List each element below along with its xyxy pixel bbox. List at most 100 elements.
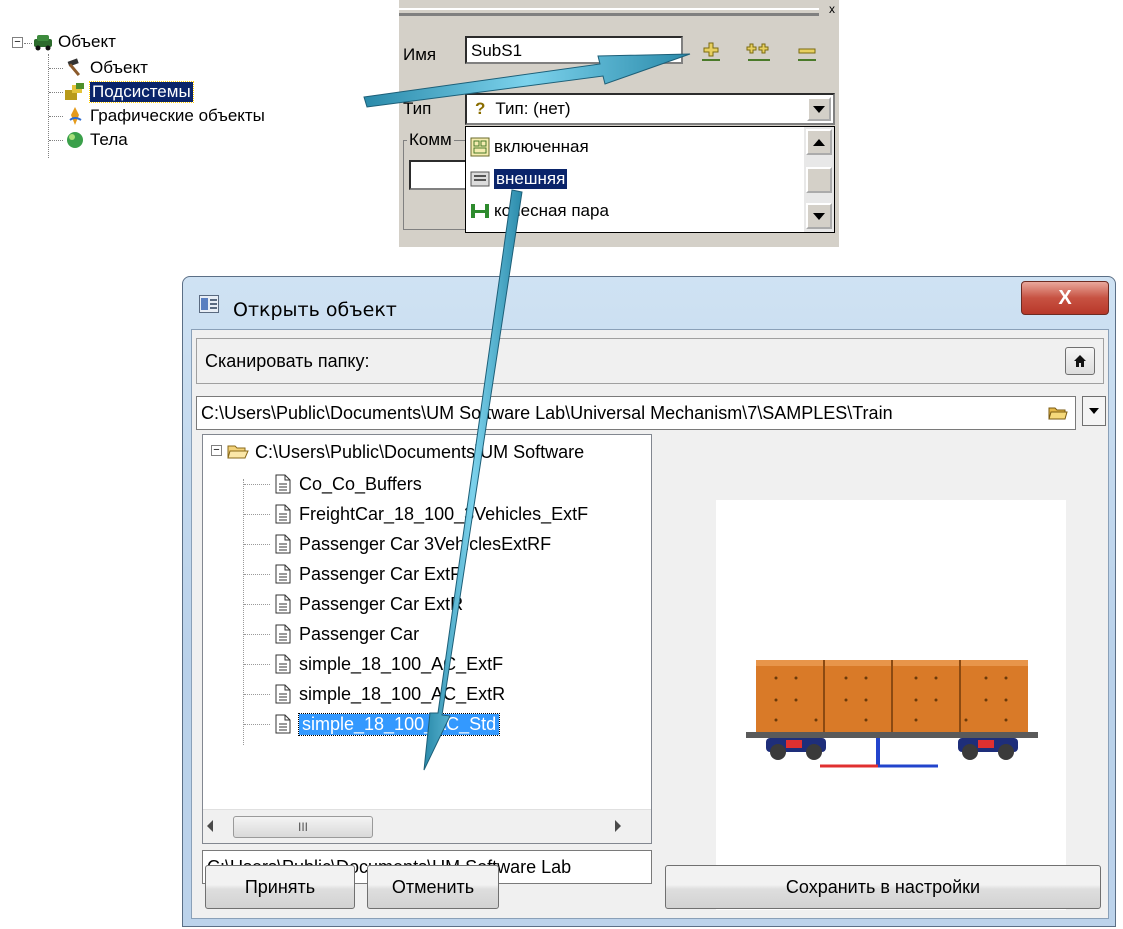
dialog-titlebar[interactable]: Открыть объект X (183, 277, 1115, 329)
name-field[interactable]: SubS1 (465, 36, 683, 64)
file-list-item-label: simple_18_100_AC_Std (297, 712, 501, 736)
chevron-down-icon (813, 212, 825, 220)
tree-folder-root[interactable]: C:\Users\Public\Documents\UM Software (227, 437, 584, 467)
file-list-item[interactable]: FreightCar_18_100_3Vehicles_ExtF (275, 499, 588, 529)
file-list-item[interactable]: simple_18_100_AC_ExtF (275, 649, 503, 679)
type-option-external-label: внешняя (494, 169, 568, 189)
type-option-included[interactable]: включенная (470, 133, 589, 161)
open-folder-icon (227, 445, 249, 459)
freight-wagon-image (746, 660, 1038, 768)
scroll-thumb[interactable]: III (233, 816, 373, 838)
object-tree: − Объект Объект Подсистемы Графические о… (8, 30, 368, 158)
tree-item-subsystems-label: Подсистемы (89, 81, 194, 103)
dropdown-scrollbar[interactable] (804, 127, 834, 232)
document-icon (275, 534, 291, 554)
tree-root-label: Объект (58, 32, 116, 51)
file-list-item-label: Passenger Car ExtF (299, 563, 462, 584)
scroll-up-button[interactable] (806, 129, 832, 155)
document-icon (275, 564, 291, 584)
type-dropdown-button[interactable] (807, 97, 831, 121)
preview-pane (660, 434, 1106, 918)
file-list-item[interactable]: simple_18_100_AC_Std (275, 709, 501, 739)
type-dropdown-list: включенная внешняя колесная пара (465, 126, 835, 233)
close-icon: X (1058, 286, 1072, 309)
bodies-icon (67, 132, 83, 148)
open-object-dialog: Открыть объект X Сканировать папку: C:\U… (182, 276, 1116, 927)
add-icon (702, 42, 720, 61)
tree-root-object[interactable]: Объект (32, 30, 116, 54)
file-list-item-label: Passenger Car (299, 623, 420, 644)
file-list-item-label: simple_18_100_AC_ExtR (299, 683, 506, 704)
file-list-item-label: FreightCar_18_100_3Vehicles_ExtF (299, 503, 589, 524)
folder-path-combo[interactable]: C:\Users\Public\Documents\UM Software La… (196, 396, 1076, 430)
type-option-external[interactable]: внешняя (470, 165, 568, 193)
type-label: Тип (403, 99, 432, 118)
unknown-type-icon: ? (475, 99, 486, 118)
tree-horizontal-scrollbar[interactable]: III (203, 809, 651, 843)
home-folder-button[interactable] (1065, 347, 1095, 375)
name-label: Имя (403, 45, 437, 64)
chevron-down-icon (1089, 408, 1099, 414)
hammer-icon (67, 58, 81, 77)
file-list-item-label: simple_18_100_AC_ExtF (299, 653, 504, 674)
file-list-item-label: Passenger Car ExtR (299, 593, 464, 614)
browse-folder-button[interactable] (1045, 400, 1071, 426)
scroll-left-arrow[interactable] (207, 820, 213, 832)
file-tree: − C:\Users\Public\Documents\UM Software … (202, 434, 652, 844)
open-folder-icon (1048, 407, 1068, 420)
type-option-wheelset[interactable]: колесная пара (470, 197, 609, 225)
graphics-icon (69, 107, 82, 125)
wheelset-icon (471, 204, 489, 218)
scroll-down-button[interactable] (806, 203, 832, 229)
file-list-item[interactable]: simple_18_100_AC_ExtR (275, 679, 505, 709)
subsystem-panel: x Имя SubS1 Тип ? Тип: (нет) Комм включе… (399, 0, 839, 247)
accept-button[interactable]: Принять (205, 865, 355, 909)
add-subsystem-button[interactable] (697, 40, 725, 66)
bogie-left-icon (766, 738, 826, 760)
scroll-right-arrow[interactable] (615, 820, 621, 832)
car-icon (34, 35, 52, 51)
tree-item-bodies[interactable]: Тела (64, 128, 128, 152)
type-option-wheelset-label: колесная пара (494, 201, 609, 220)
tree-collapse-toggle[interactable]: − (12, 37, 23, 48)
tree-item-graphics[interactable]: Графические объекты (64, 104, 265, 128)
panel-close-icon[interactable]: x (829, 2, 835, 16)
type-option-included-label: включенная (494, 137, 589, 156)
dialog-title: Открыть объект (233, 299, 397, 321)
external-icon (470, 171, 490, 187)
save-settings-button[interactable]: Сохранить в настройки (665, 865, 1101, 909)
document-icon (275, 624, 291, 644)
tree-folder-root-label: C:\Users\Public\Documents\UM Software (255, 441, 585, 462)
close-button[interactable]: X (1021, 281, 1109, 315)
tree-item-object-label: Объект (90, 58, 148, 77)
tree-item-object[interactable]: Объект (64, 56, 148, 80)
comment-field[interactable] (409, 160, 469, 190)
window-icon (199, 295, 219, 313)
document-icon (275, 594, 291, 614)
chevron-up-icon (813, 138, 825, 146)
file-list-item[interactable]: Passenger Car ExtR (275, 589, 463, 619)
cancel-button[interactable]: Отменить (367, 865, 499, 909)
comment-label: Комм (407, 130, 454, 150)
folder-collapse-toggle[interactable]: − (211, 445, 222, 456)
document-icon (275, 654, 291, 674)
wagon-preview (716, 500, 1066, 910)
type-select[interactable]: ? Тип: (нет) (465, 93, 835, 125)
bogie-right-icon (958, 738, 1018, 760)
path-dropdown-button[interactable] (1082, 396, 1106, 426)
tree-item-subsystems[interactable]: Подсистемы (64, 80, 194, 104)
scroll-thumb[interactable] (806, 167, 832, 193)
file-list-item-label: Passenger Car 3VehiclesExtRF (299, 533, 552, 554)
remove-icon (798, 48, 816, 61)
document-icon (275, 504, 291, 524)
document-icon (275, 684, 291, 704)
file-list-item[interactable]: Passenger Car ExtF (275, 559, 461, 589)
tree-item-graphics-label: Графические объекты (90, 106, 265, 125)
add-multiple-icon (746, 43, 770, 61)
tree-item-bodies-label: Тела (90, 130, 128, 149)
remove-subsystem-button[interactable] (793, 40, 821, 66)
file-list-item[interactable]: Passenger Car (275, 619, 419, 649)
add-multiple-button[interactable] (745, 40, 773, 66)
file-list-item[interactable]: Passenger Car 3VehiclesExtRF (275, 529, 551, 559)
file-list-item[interactable]: Co_Co_Buffers (275, 469, 422, 499)
